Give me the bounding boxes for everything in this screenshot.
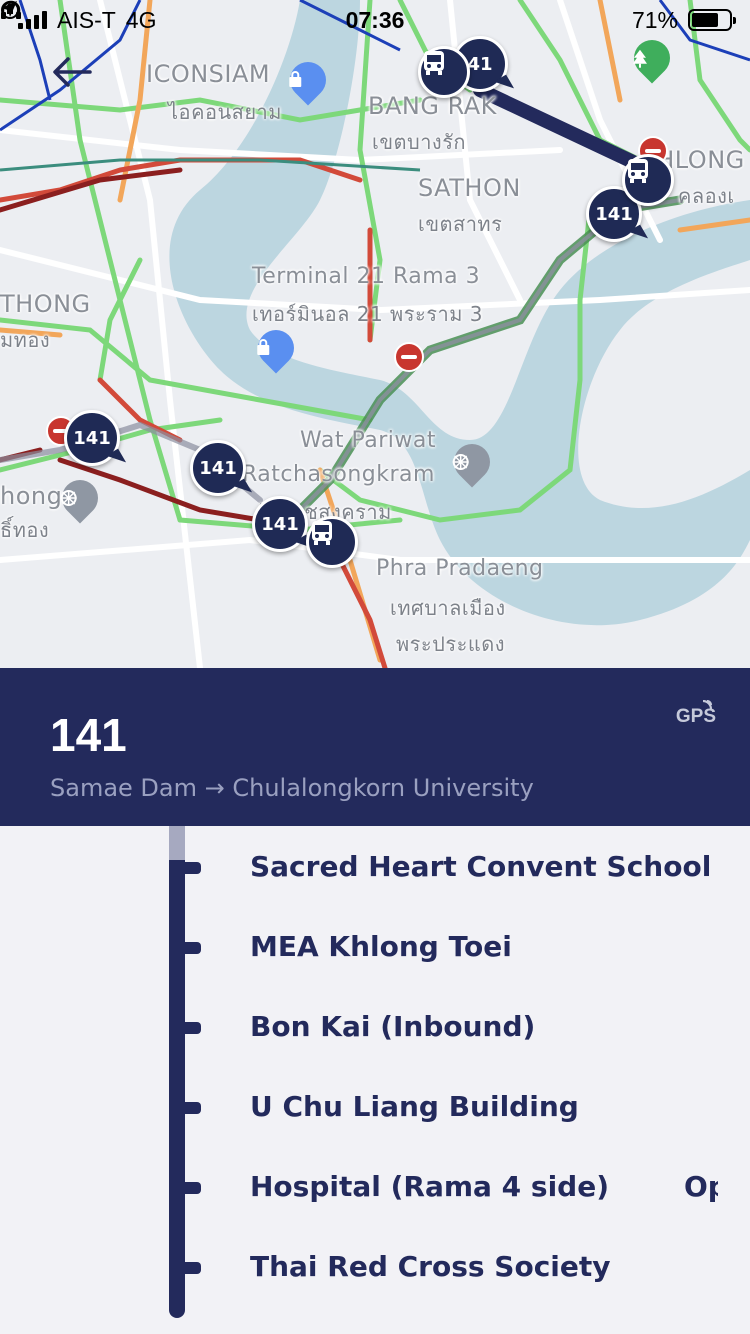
map-label-bang-rak-th: เขตบางรัก (372, 130, 467, 154)
list-item[interactable]: Hospital (Rama 4 side) Op (0, 1146, 750, 1226)
clock: 07:36 (345, 6, 405, 33)
stop-marker (183, 1182, 201, 1194)
stop-name: U Chu Liang Building (250, 1090, 579, 1123)
bus-badge[interactable]: 141 (190, 440, 246, 496)
battery-icon (688, 9, 736, 31)
list-item[interactable]: Thai Red Cross Society (0, 1226, 750, 1306)
carrier-label: AIS-T (57, 6, 116, 33)
no-entry-icon (394, 342, 424, 372)
bus-icon[interactable] (306, 516, 358, 568)
headphones-icon (1, 0, 21, 19)
stop-name: Sacred Heart Convent School (250, 850, 712, 883)
map-label-iconsiam-th: ไอคอนสยาม (168, 100, 282, 124)
map-label-hong-th: ธิ์ทอง (0, 518, 50, 542)
map-label-phra-pradaeng-th1: เทศบาลเมือง (390, 596, 506, 620)
list-item[interactable]: MEA Khlong Toei (0, 906, 750, 986)
bus-badge[interactable]: 141 (252, 496, 308, 552)
signal-icon (18, 11, 47, 29)
bus-badge[interactable]: 141 (64, 410, 120, 466)
gps-signal-icon (702, 700, 713, 710)
status-bar: AIS-T 4G 07:36 71% (0, 0, 750, 40)
stop-extra-label: Op (684, 1170, 718, 1203)
map-label-bang-rak: BANG RAK (368, 92, 497, 120)
stop-marker (183, 1022, 201, 1034)
map-label-ratchasongkram: Ratchasongkram (242, 462, 435, 487)
battery-percent: 71% (631, 6, 678, 33)
stop-marker (183, 942, 201, 954)
arrow-left-icon (53, 57, 92, 87)
stop-marker (183, 1102, 201, 1114)
stop-name: MEA Khlong Toei (250, 930, 512, 963)
network-label: 4G (125, 6, 157, 33)
stop-marker (183, 862, 201, 874)
map-label-thonburi-th: มทอง (0, 328, 51, 352)
list-item[interactable]: Sacred Heart Convent School (0, 826, 750, 906)
bus-icon[interactable] (622, 154, 674, 206)
map-label-sathon-th: เขตสาทร (418, 212, 503, 236)
map-label-thonburi: THONG (0, 290, 91, 318)
stop-list[interactable]: Sacred Heart Convent School MEA Khlong T… (0, 826, 750, 1334)
stop-name: Thai Red Cross Society (250, 1250, 611, 1283)
list-item[interactable]: U Chu Liang Building (0, 1066, 750, 1146)
bus-icon[interactable] (418, 46, 470, 98)
map-label-terminal21-th: เทอร์มินอล 21 พระราม 3 (252, 302, 483, 326)
map-label-wat-pariwat: Wat Pariwat (300, 428, 436, 453)
back-button[interactable] (52, 56, 104, 108)
map-label-iconsiam: ICONSIAM (146, 60, 271, 88)
list-item[interactable]: Bon Kai (Inbound) (0, 986, 750, 1066)
route-direction: Samae Dam → Chulalongkorn University (50, 774, 534, 802)
map-label-khlong-toei-th: คลองเ (678, 184, 735, 208)
map-label-terminal21: Terminal 21 Rama 3 (252, 264, 481, 289)
stop-name: Bon Kai (Inbound) (250, 1010, 536, 1043)
gps-indicator: GPS (676, 700, 716, 728)
map-label-hong: hong (0, 482, 63, 510)
map-label-sathon: SATHON (418, 174, 521, 202)
stop-name: Hospital (Rama 4 side) (250, 1170, 609, 1203)
map-label-phra-pradaeng-th2: พระประแดง (396, 632, 505, 656)
route-number: 141 (50, 709, 127, 761)
map-label-phra-pradaeng: Phra Pradaeng (376, 556, 544, 581)
stop-marker (183, 1262, 201, 1274)
map-view[interactable]: ICONSIAM ไอคอนสยาม BANG RAK เขตบางรัก SA… (0, 0, 750, 668)
route-header: 141 Samae Dam → Chulalongkorn University… (0, 668, 750, 826)
